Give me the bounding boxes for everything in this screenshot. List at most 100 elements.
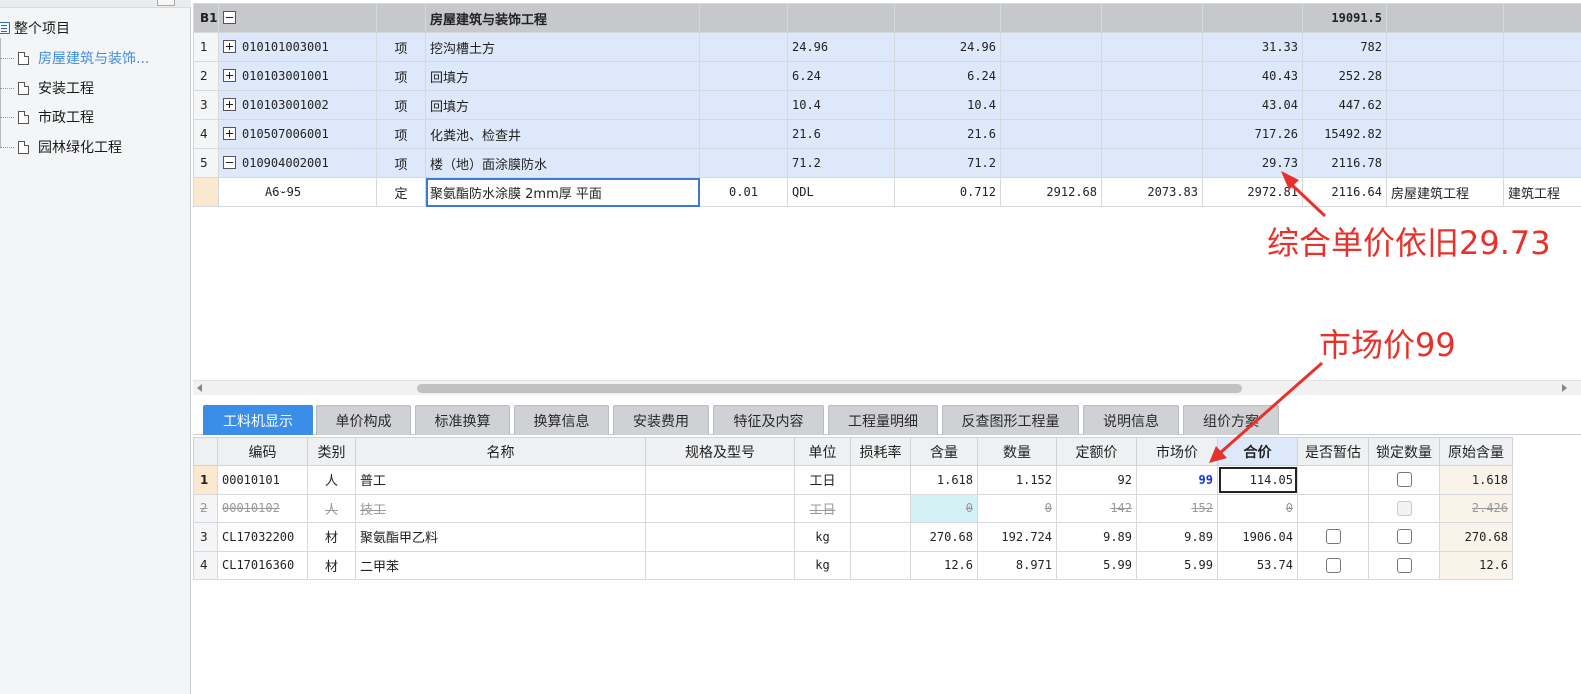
market-price-cell[interactable]: 152 (1136, 493, 1218, 523)
table-row[interactable]: 4 CL17016360 材 二甲苯 kg 12.6 8.971 5.99 5.… (193, 550, 1513, 580)
tab-conversion-info[interactable]: 换算信息 (514, 405, 609, 435)
col-header[interactable]: 含量 (910, 437, 978, 466)
tree-item-building[interactable]: 房屋建筑与装饰... (0, 48, 149, 68)
cell[interactable] (1101, 3, 1203, 33)
type-cell[interactable] (376, 3, 426, 33)
cell[interactable] (699, 148, 788, 178)
estimate-checkbox[interactable] (1325, 529, 1341, 545)
quota-price-cell[interactable]: 142 (1056, 493, 1137, 523)
code-cell[interactable]: CL17032200 (217, 522, 308, 552)
cell[interactable] (787, 3, 895, 33)
lock-checkbox[interactable] (1396, 529, 1412, 545)
cell[interactable] (1000, 148, 1102, 178)
lock-checkbox[interactable] (1396, 557, 1412, 573)
qty-expr-cell[interactable]: QDL (787, 177, 895, 207)
category-cell[interactable]: 人 (307, 465, 356, 495)
collapse-icon[interactable] (223, 10, 236, 24)
cell[interactable] (1503, 119, 1581, 149)
col-header[interactable]: 编码 (217, 437, 308, 466)
major-cell[interactable]: 建筑工程 (1503, 177, 1581, 207)
type-cell[interactable]: 项 (376, 61, 426, 91)
qty-cell[interactable]: 0 (977, 493, 1057, 523)
col-header[interactable]: 锁定数量 (1368, 437, 1440, 466)
tab-installation-fee[interactable]: 安装费用 (613, 405, 709, 435)
cell[interactable] (1503, 148, 1581, 178)
price-cell[interactable]: 2073.83 (1101, 177, 1203, 207)
loss-cell[interactable] (850, 465, 911, 495)
total-cell[interactable]: 2116.64 (1302, 177, 1387, 207)
unit-price-cell[interactable]: 29.73 (1202, 148, 1303, 178)
estimate-cell[interactable] (1297, 465, 1369, 495)
table-row[interactable]: 3 CL17032200 材 聚氨酯甲乙料 kg 270.68 192.724 … (193, 522, 1513, 552)
loss-cell[interactable] (850, 522, 911, 552)
quota-row[interactable]: A6-95 定 聚氨酯防水涂膜 2mm厚 平面 0.01 QDL 0.712 2… (193, 177, 1581, 207)
expand-icon[interactable] (223, 40, 236, 53)
table-row[interactable]: 4 010507006001 项 化粪池、检查井 21.6 21.6 717.2… (193, 119, 1581, 149)
col-header[interactable]: 是否暂估 (1297, 437, 1369, 466)
code-cell[interactable]: 010103001002 (218, 90, 377, 120)
cell[interactable] (1503, 32, 1581, 62)
tab-notes[interactable]: 说明信息 (1083, 405, 1179, 435)
scrollbar-thumb[interactable] (417, 384, 1242, 393)
table-row[interactable]: 1 010101003001 项 挖沟槽土方 24.96 24.96 31.33… (193, 32, 1581, 62)
type-cell[interactable]: 定 (376, 177, 426, 207)
table-row[interactable]: 5 010904002001 项 楼（地）面涂膜防水 71.2 71.2 29.… (193, 148, 1581, 178)
col-header[interactable]: 合价 (1217, 437, 1298, 466)
code-cell[interactable]: 010103001001 (218, 61, 377, 91)
type-cell[interactable]: 项 (376, 90, 426, 120)
unit-cell[interactable]: 工日 (794, 465, 851, 495)
quota-price-cell[interactable]: 92 (1056, 465, 1137, 495)
unit-price-cell[interactable]: 31.33 (1202, 32, 1303, 62)
qty-cell[interactable]: 24.96 (894, 32, 1001, 62)
tree-item-municipal[interactable]: 市政工程 (0, 107, 94, 127)
col-header[interactable]: 市场价 (1136, 437, 1218, 466)
price-cell[interactable]: 2912.68 (1000, 177, 1102, 207)
cell[interactable] (1386, 32, 1504, 62)
loss-cell[interactable] (850, 550, 911, 580)
total-cell[interactable]: 252.28 (1302, 61, 1387, 91)
col-header[interactable]: 数量 (977, 437, 1057, 466)
cell[interactable] (1503, 61, 1581, 91)
cell[interactable] (1101, 148, 1203, 178)
tab-features[interactable]: 特征及内容 (713, 405, 824, 435)
name-cell[interactable]: 楼（地）面涂膜防水 (425, 148, 700, 178)
table-row[interactable]: 2 010103001001 项 回填方 6.24 6.24 40.43 252… (193, 61, 1581, 91)
cell[interactable] (1101, 119, 1203, 149)
category-cell[interactable]: 材 (307, 550, 356, 580)
spec-cell[interactable] (645, 522, 795, 552)
table-row[interactable]: 1 00010101 人 普工 工日 1.618 1.152 92 99 114… (193, 465, 1513, 495)
tab-standard-conversion[interactable]: 标准换算 (415, 405, 510, 435)
tree-root-item[interactable]: 整个项目 (0, 18, 70, 38)
qty-cell[interactable]: 6.24 (894, 61, 1001, 91)
collapse-icon[interactable] (223, 156, 236, 169)
col-header[interactable]: 类别 (307, 437, 356, 466)
orig-content-cell[interactable]: 270.68 (1439, 522, 1513, 552)
scroll-left-icon[interactable] (197, 384, 202, 392)
type-cell[interactable]: 项 (376, 148, 426, 178)
cell[interactable] (1000, 90, 1102, 120)
qty-cell[interactable]: 1.152 (977, 465, 1057, 495)
unit-cell[interactable]: kg (794, 550, 851, 580)
loss-cell[interactable] (850, 493, 911, 523)
name-cell[interactable]: 房屋建筑与装饰工程 (425, 3, 700, 33)
cell[interactable] (1202, 3, 1303, 33)
cell[interactable] (699, 3, 788, 33)
estimate-cell[interactable] (1297, 550, 1369, 580)
lock-qty-cell[interactable] (1368, 493, 1440, 523)
spec-cell[interactable] (645, 550, 795, 580)
tab-resources[interactable]: 工料机显示 (203, 405, 313, 435)
lock-qty-cell[interactable] (1368, 550, 1440, 580)
col-header[interactable]: 定额价 (1056, 437, 1137, 466)
content-cell[interactable]: 0 (910, 493, 978, 523)
cell[interactable] (1386, 3, 1504, 33)
table-row[interactable]: 2 00010102 人 技工 工日 0 0 142 152 0 2.426 (193, 493, 1513, 523)
orig-content-cell[interactable]: 2.426 (1439, 493, 1513, 523)
cell[interactable] (1000, 32, 1102, 62)
code-cell[interactable]: A6-95 (218, 177, 377, 207)
col-header[interactable]: 单位 (794, 437, 851, 466)
cell[interactable] (1000, 3, 1102, 33)
coef-cell[interactable]: 0.01 (699, 177, 788, 207)
qty-expr-cell[interactable]: 10.4 (787, 90, 895, 120)
code-cell[interactable] (218, 3, 377, 33)
total-cell[interactable]: 447.62 (1302, 90, 1387, 120)
